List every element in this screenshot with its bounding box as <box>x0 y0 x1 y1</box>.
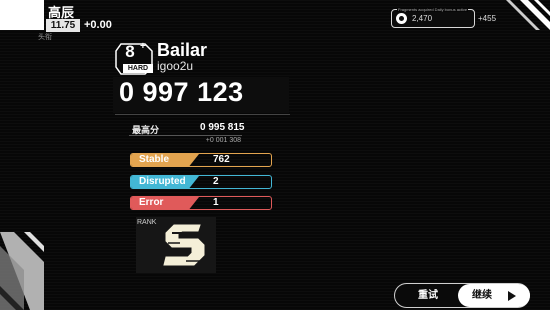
judgement-count: 762 <box>213 154 230 165</box>
corner-stripe-icon <box>0 232 44 310</box>
rating-delta: +0.00 <box>84 19 112 31</box>
play-icon <box>508 291 516 301</box>
best-score-value: 0 995 815 <box>200 122 245 133</box>
judgement-label: Stable <box>131 154 199 166</box>
best-score-underline <box>129 135 242 136</box>
judgement-disrupted: Disrupted 2 <box>130 175 272 189</box>
difficulty-plus: + <box>140 41 146 52</box>
judgement-error: Error 1 <box>130 196 272 210</box>
currency-value: 2,470 <box>412 14 433 23</box>
continue-button[interactable]: 继续 <box>458 284 530 307</box>
score-value: 0 997 123 <box>119 77 244 107</box>
corner-stripe-icon <box>506 0 550 30</box>
rank-grade-s-icon <box>163 224 205 266</box>
coin-icon <box>396 13 407 24</box>
rank-label: RANK <box>137 219 157 226</box>
best-score-delta: +0 001 308 <box>205 137 241 144</box>
currency-gain: +455 <box>478 14 497 23</box>
difficulty-level: 8 <box>125 42 135 61</box>
player-rating: 11.75 <box>46 19 80 32</box>
difficulty-name: HARD <box>123 64 153 73</box>
judgement-stable: Stable 762 <box>130 153 272 167</box>
judgement-count: 2 <box>213 176 219 187</box>
retry-button[interactable]: 重试 <box>404 287 452 305</box>
judgement-count: 1 <box>213 197 219 208</box>
player-title-tag: 头衔 <box>38 33 52 41</box>
song-artist: igoo2u <box>157 59 194 73</box>
judgement-label: Error <box>131 197 199 209</box>
currency-caption: Fragments acquired Daily bonus active <box>397 7 469 12</box>
continue-label: 继续 <box>472 290 492 301</box>
score-divider <box>115 114 290 115</box>
song-title: Bailar <box>157 40 208 60</box>
judgement-label: Disrupted <box>131 176 199 188</box>
player-avatar[interactable] <box>0 0 44 30</box>
